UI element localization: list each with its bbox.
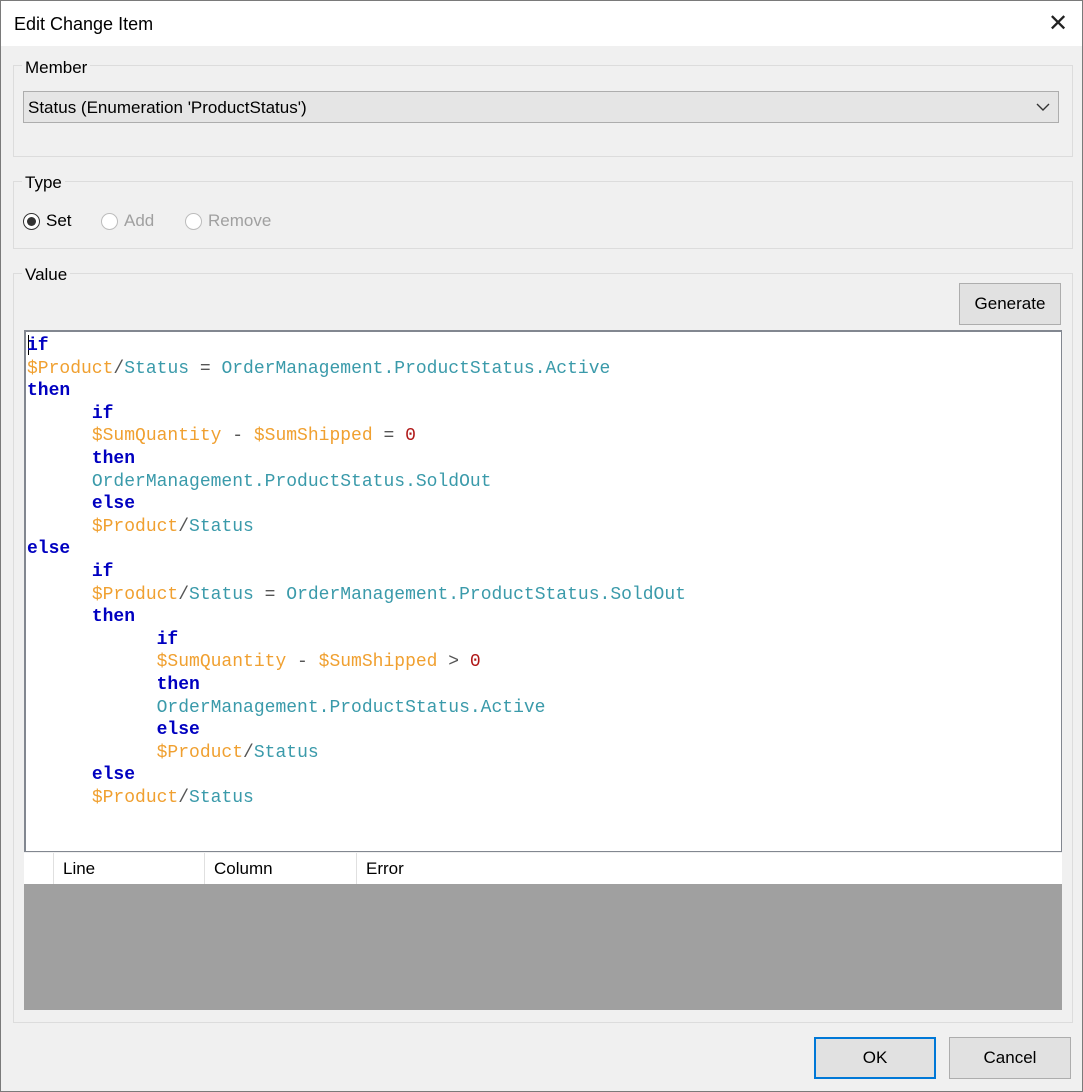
code-line: if xyxy=(91,403,114,424)
code-line: then xyxy=(91,448,136,469)
code-line: $SumQuantity - $SumShipped > 0 xyxy=(156,652,481,673)
chevron-down-icon xyxy=(1036,96,1050,121)
generate-button[interactable]: Generate xyxy=(959,283,1061,325)
cancel-button-label: Cancel xyxy=(983,1048,1037,1067)
radio-label-add: Add xyxy=(124,211,155,230)
code-line: then xyxy=(91,607,136,628)
type-radio-add[interactable]: Add xyxy=(101,211,154,231)
radio-label-set: Set xyxy=(46,211,72,230)
type-radio-remove[interactable]: Remove xyxy=(185,211,271,231)
close-button[interactable]: ✕ xyxy=(1034,1,1082,46)
radio-unchecked-icon xyxy=(101,212,118,230)
member-group-label: Member xyxy=(22,58,91,78)
member-select[interactable]: Status (Enumeration 'ProductStatus') xyxy=(23,91,1059,123)
code-line: $Product/Status xyxy=(91,516,254,537)
code-line: $SumQuantity - $SumShipped = 0 xyxy=(91,426,416,447)
ok-button-label: OK xyxy=(862,1048,888,1067)
code-line: if xyxy=(27,336,49,356)
code-line: if xyxy=(91,561,114,582)
type-group xyxy=(13,181,1073,249)
error-grid-body xyxy=(24,884,1062,1010)
value-group-label: Value xyxy=(22,265,71,285)
code-line: $Product/Status = OrderManagement.Produc… xyxy=(27,358,611,379)
radio-label-remove: Remove xyxy=(208,211,272,230)
code-line: if xyxy=(156,629,179,650)
code-line: then xyxy=(156,674,200,695)
type-radio-set[interactable]: Set xyxy=(23,211,72,231)
expression-editor[interactable]: if $Product/Status = OrderManagement.Prod… xyxy=(24,330,1062,852)
radio-checked-icon xyxy=(23,212,40,230)
code-line: OrderManagement.ProductStatus.SoldOut xyxy=(91,471,492,492)
radio-unchecked-icon xyxy=(185,212,202,230)
code-line: $Product/Status xyxy=(156,742,319,763)
edit-change-item-dialog: Edit Change Item ✕ Member Status (Enumer… xyxy=(0,0,1083,1092)
dialog-title: Edit Change Item xyxy=(14,14,154,34)
code-line: else xyxy=(91,494,136,515)
column-header-line[interactable]: Line xyxy=(53,853,204,884)
code-line: $Product/Status = OrderManagement.Produc… xyxy=(91,584,686,605)
column-header-error[interactable]: Error xyxy=(356,853,1062,884)
code-line: else xyxy=(27,539,71,560)
expression-code: if $Product/Status = OrderManagement.Prod… xyxy=(27,335,686,809)
title-bar: Edit Change Item ✕ xyxy=(1,1,1082,46)
error-grid-header: Line Column Error xyxy=(24,853,1062,885)
code-line: else xyxy=(156,720,200,741)
code-line: else xyxy=(91,765,136,786)
code-line: $Product/Status xyxy=(91,787,254,808)
type-group-label: Type xyxy=(22,173,65,193)
ok-button[interactable]: OK xyxy=(814,1037,936,1079)
code-line: then xyxy=(27,381,71,402)
close-icon: ✕ xyxy=(1047,10,1069,37)
generate-button-label: Generate xyxy=(974,294,1046,313)
error-grid-row-header xyxy=(24,853,53,884)
member-select-value: Status (Enumeration 'ProductStatus') xyxy=(28,98,307,117)
column-header-column[interactable]: Column xyxy=(204,853,356,884)
code-line: OrderManagement.ProductStatus.Active xyxy=(156,697,546,718)
cancel-button[interactable]: Cancel xyxy=(949,1037,1071,1079)
